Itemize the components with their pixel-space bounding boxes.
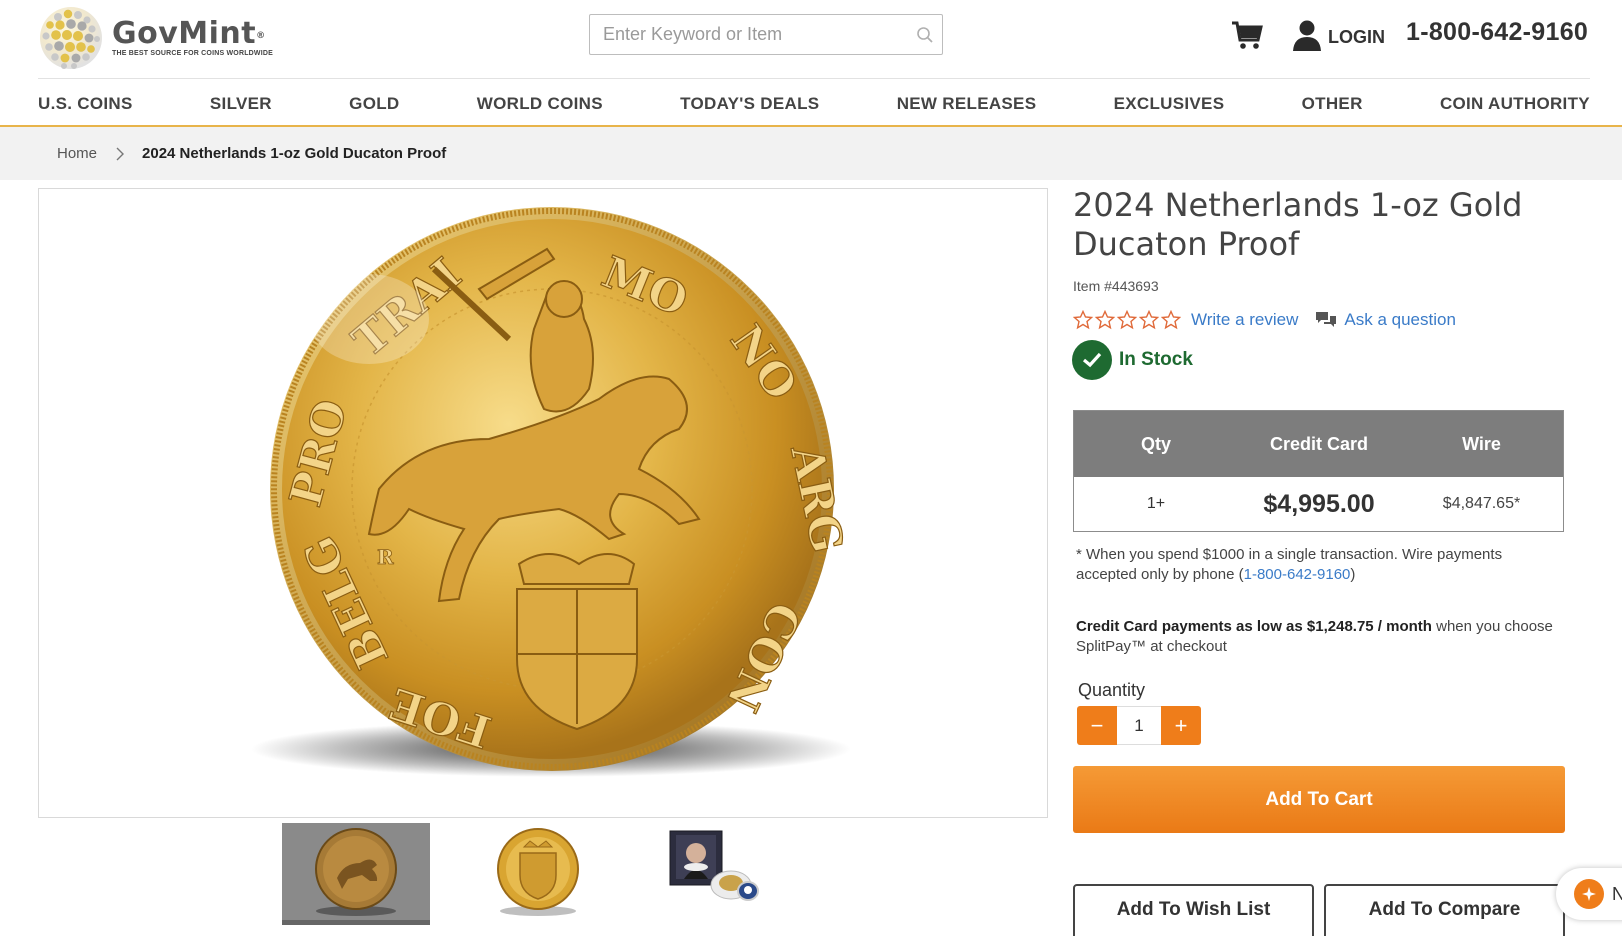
note-phone-link[interactable]: 1-800-642-9160 (1244, 566, 1351, 583)
quantity-stepper: − + (1077, 706, 1201, 745)
logo-globe-icon (40, 7, 102, 69)
price-header-qty: Qty (1140, 433, 1171, 454)
nav-item-us-coins[interactable]: U.S. COINS (38, 92, 133, 114)
price-header-wire: Wire (1462, 433, 1501, 454)
item-number: Item #443693 (1073, 278, 1159, 294)
add-to-cart-button[interactable]: Add To Cart (1073, 766, 1565, 833)
write-review-link[interactable]: Write a review (1191, 310, 1298, 330)
login-label: LOGIN (1328, 26, 1385, 47)
breadcrumb-current: 2024 Netherlands 1-oz Gold Ducaton Proof (142, 145, 447, 162)
nav-item-silver[interactable]: SILVER (210, 92, 272, 114)
thumbnail-packaging[interactable] (646, 823, 794, 923)
coin-reverse-thumb-icon (497, 828, 579, 916)
splitpay-note: Credit Card payments as low as $1,248.75… (1076, 618, 1553, 655)
quantity-decrease-button[interactable]: − (1077, 706, 1117, 745)
breadcrumb: Home 2024 Netherlands 1-oz Gold Ducaton … (57, 127, 446, 180)
price-row: 1+ $4,995.00 $4,847.65* (1074, 477, 1563, 531)
cart-icon[interactable] (1230, 18, 1264, 52)
search-box (589, 14, 943, 55)
coin-mintmark: R (377, 545, 394, 569)
user-icon (1293, 20, 1321, 51)
chevron-right-icon (116, 147, 125, 160)
thumbnail-obverse[interactable] (282, 823, 430, 925)
search-icon[interactable] (908, 15, 942, 54)
add-to-wish-list-button[interactable]: Add To Wish List (1073, 884, 1314, 936)
search-input[interactable] (590, 15, 908, 54)
phone-number[interactable]: 1-800-642-9160 (1406, 18, 1588, 47)
nav-item-other[interactable]: OTHER (1302, 92, 1363, 114)
quantity-increase-button[interactable]: + (1161, 706, 1201, 745)
logo-name: GovMint® (112, 16, 266, 51)
site-header: GovMint® THE BEST SOURCE FOR COINS WORLD… (0, 0, 1622, 80)
add-to-compare-button[interactable]: Add To Compare (1324, 884, 1565, 936)
quantity-input[interactable] (1117, 706, 1161, 745)
thumbnail-strip (282, 823, 792, 936)
splitpay-bold: Credit Card payments as low as $1,248.75… (1076, 618, 1432, 635)
nav-item-new-releases[interactable]: NEW RELEASES (897, 92, 1037, 114)
quantity-label: Quantity (1078, 680, 1146, 700)
login-link[interactable]: LOGIN (1292, 18, 1385, 52)
main-nav: U.S. COINS SILVER GOLD WORLD COINS TODAY… (38, 79, 1590, 126)
nav-item-coin-authority[interactable]: COIN AUTHORITY (1440, 92, 1590, 114)
breadcrumb-bar: Home 2024 Netherlands 1-oz Gold Ducaton … (0, 127, 1622, 180)
chat-widget[interactable]: N (1556, 868, 1622, 920)
chat-bubbles-icon (1316, 312, 1337, 327)
price-credit: $4,995.00 (1263, 489, 1375, 518)
sparkle-icon (1574, 879, 1604, 909)
star-outline-icon (1073, 310, 1093, 330)
price-table-header: Qty Credit Card Wire (1074, 411, 1563, 477)
star-outline-icon (1095, 310, 1115, 330)
nav-item-world-coins[interactable]: WORLD COINS (477, 92, 603, 114)
product-main-image[interactable]: MO NO ARG CON FOE BELG PRO TRAI R (38, 188, 1048, 818)
star-outline-icon (1117, 310, 1137, 330)
nav-item-exclusives[interactable]: EXCLUSIVES (1114, 92, 1225, 114)
ask-question-label: Ask a question (1344, 310, 1456, 329)
coin-image: MO NO ARG CON FOE BELG PRO TRAI R (251, 207, 853, 777)
star-rating[interactable] (1073, 310, 1181, 330)
logo[interactable]: GovMint® THE BEST SOURCE FOR COINS WORLD… (38, 5, 278, 71)
star-outline-icon (1139, 310, 1159, 330)
ask-question-link[interactable]: Ask a question (1315, 310, 1456, 330)
checkmark-icon (1072, 340, 1112, 380)
price-wire: $4,847.65* (1442, 495, 1521, 512)
nav-item-gold[interactable]: GOLD (349, 92, 399, 114)
price-header-credit: Credit Card (1269, 433, 1368, 454)
rating-row: Write a review Ask a question (1073, 308, 1456, 332)
price-qty: 1+ (1146, 495, 1166, 512)
thumbnail-reverse[interactable] (464, 823, 612, 923)
nav-item-todays-deals[interactable]: TODAY'S DEALS (680, 92, 819, 114)
product-title: 2024 Netherlands 1-oz Gold Ducaton Proof (1073, 186, 1523, 263)
stock-status: In Stock (1072, 340, 1193, 380)
star-outline-icon (1161, 310, 1181, 330)
wire-note: * When you spend $1000 in a single trans… (1076, 546, 1503, 583)
stock-label: In Stock (1119, 349, 1193, 370)
chat-label: N (1612, 883, 1622, 904)
packaging-thumb-icon (669, 830, 759, 901)
logo-tagline: THE BEST SOURCE FOR COINS WORLDWIDE (112, 50, 273, 57)
breadcrumb-home[interactable]: Home (57, 145, 97, 162)
coin-obverse-thumb-icon (315, 828, 397, 916)
price-table: Qty Credit Card Wire 1+ $4,995.00 $4,847… (1073, 410, 1564, 532)
